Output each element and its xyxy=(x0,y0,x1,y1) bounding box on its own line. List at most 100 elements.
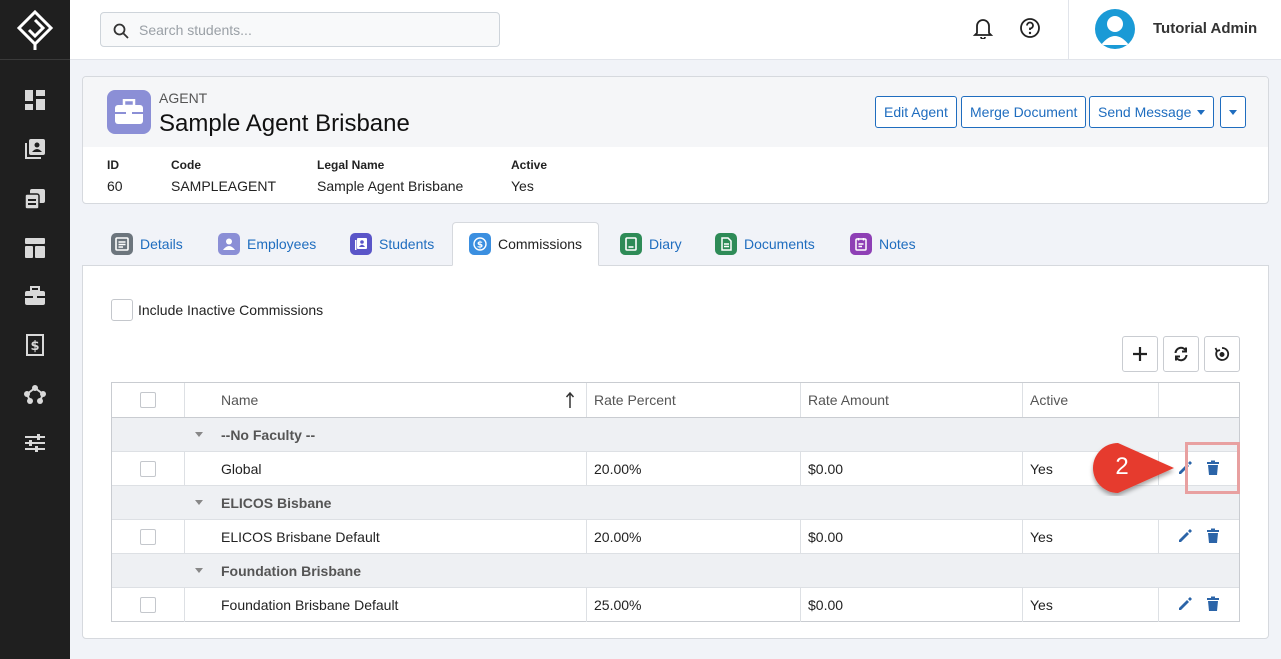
tab-label: Notes xyxy=(879,236,916,252)
group-row[interactable]: ELICOS Bisbane xyxy=(112,486,1239,520)
step-number: 2 xyxy=(1115,453,1129,480)
avatar[interactable] xyxy=(1095,9,1135,49)
commissions-grid: Name Rate Percent Rate Amount Active --N… xyxy=(111,382,1240,622)
chevron-down-icon xyxy=(1197,109,1206,115)
group-label: Foundation Brisbane xyxy=(221,562,361,579)
app-logo-icon[interactable] xyxy=(15,9,55,50)
tutorial-callout: 2 xyxy=(1088,440,1178,496)
more-actions-dropdown[interactable] xyxy=(1220,96,1246,128)
top-bar: Tutorial Admin xyxy=(70,0,1281,60)
include-inactive-checkbox[interactable] xyxy=(111,299,133,321)
field-label-active: Active xyxy=(511,158,548,172)
students-icon xyxy=(350,233,372,255)
group-label: --No Faculty -- xyxy=(221,426,316,443)
reset-icon xyxy=(1214,347,1230,361)
trash-icon[interactable] xyxy=(1205,596,1221,612)
row-checkbox[interactable] xyxy=(140,461,156,477)
finance-icon[interactable]: $ xyxy=(23,333,47,357)
send-message-button[interactable]: Send Message xyxy=(1089,96,1215,128)
user-name[interactable]: Tutorial Admin xyxy=(1153,20,1257,37)
column-header-rate-percent[interactable]: Rate Percent xyxy=(594,383,676,417)
table-row[interactable]: Global 20.00% $0.00 Yes xyxy=(112,452,1239,486)
svg-text:$: $ xyxy=(477,241,483,251)
courses-icon[interactable] xyxy=(23,187,47,211)
tab-diary[interactable]: Diary xyxy=(620,222,682,266)
column-header-active[interactable]: Active xyxy=(1030,383,1068,417)
cell-active: Yes xyxy=(1030,460,1053,477)
cell-rate-percent: 20.00% xyxy=(594,460,642,477)
field-label-id: ID xyxy=(107,158,119,172)
chevron-down-icon[interactable] xyxy=(195,500,203,505)
edit-icon[interactable] xyxy=(1177,596,1193,612)
tab-employees[interactable]: Employees xyxy=(218,222,316,266)
employees-icon xyxy=(218,233,240,255)
row-checkbox[interactable] xyxy=(140,597,156,613)
group-row[interactable]: Foundation Brisbane xyxy=(112,554,1239,588)
tab-documents[interactable]: Documents xyxy=(715,222,815,266)
entity-type-label: AGENT xyxy=(159,90,208,106)
help-icon[interactable] xyxy=(1019,17,1041,39)
agent-header-card: AGENT Sample Agent Brisbane Edit Agent M… xyxy=(82,76,1269,204)
tab-label: Documents xyxy=(744,236,815,252)
search-icon xyxy=(113,23,129,39)
select-all-checkbox[interactable] xyxy=(140,392,156,408)
search-input[interactable] xyxy=(139,18,489,42)
tab-label: Employees xyxy=(247,236,317,252)
edit-icon[interactable] xyxy=(1177,528,1193,544)
tab-notes[interactable]: Notes xyxy=(850,222,916,266)
cell-name: ELICOS Brisbane Default xyxy=(221,528,380,545)
column-header-rate-amount[interactable]: Rate Amount xyxy=(808,383,889,417)
tab-details[interactable]: Details xyxy=(111,222,183,266)
field-value-legal-name: Sample Agent Brisbane xyxy=(317,178,464,194)
field-label-legal-name: Legal Name xyxy=(317,158,385,172)
notes-icon xyxy=(850,233,872,255)
search-box xyxy=(100,12,500,47)
chevron-down-icon[interactable] xyxy=(195,568,203,573)
trash-icon[interactable] xyxy=(1205,528,1221,544)
cell-name: Foundation Brisbane Default xyxy=(221,597,399,613)
table-row[interactable]: ELICOS Brisbane Default 20.00% $0.00 Yes xyxy=(112,520,1239,554)
add-commission-button[interactable] xyxy=(1122,336,1158,372)
field-label-code: Code xyxy=(171,158,201,172)
cell-rate-percent: 25.00% xyxy=(594,597,642,613)
row-checkbox[interactable] xyxy=(140,529,156,545)
plus-icon xyxy=(1133,347,1147,361)
merge-document-button[interactable]: Merge Document xyxy=(961,96,1087,128)
dashboard-icon[interactable] xyxy=(23,88,47,112)
layout-icon[interactable] xyxy=(23,236,47,260)
tab-students[interactable]: Students xyxy=(350,222,434,266)
group-row[interactable]: --No Faculty -- xyxy=(112,418,1239,452)
tab-label: Students xyxy=(379,236,435,252)
cell-rate-percent: 20.00% xyxy=(594,528,642,545)
diary-icon xyxy=(620,233,642,255)
group-label: ELICOS Bisbane xyxy=(221,494,332,511)
column-header-name[interactable]: Name xyxy=(221,383,258,417)
grid-header-row: Name Rate Percent Rate Amount Active xyxy=(112,383,1239,418)
briefcase-icon xyxy=(107,90,151,134)
cell-active: Yes xyxy=(1030,528,1053,545)
chevron-down-icon xyxy=(1229,109,1237,115)
chevron-down-icon[interactable] xyxy=(195,432,203,437)
field-value-code: SAMPLEAGENT xyxy=(171,178,277,194)
table-row[interactable]: Foundation Brisbane Default 25.00% $0.00… xyxy=(112,588,1239,622)
commission-icon: $ xyxy=(469,233,491,255)
reset-button[interactable] xyxy=(1204,336,1240,372)
refresh-button[interactable] xyxy=(1163,336,1199,372)
edit-agent-button[interactable]: Edit Agent xyxy=(875,96,957,128)
page-title: Sample Agent Brisbane xyxy=(159,110,410,137)
bell-icon[interactable] xyxy=(972,17,994,40)
settings-icon[interactable] xyxy=(23,431,47,455)
include-inactive-label[interactable]: Include Inactive Commissions xyxy=(138,302,323,318)
students-icon[interactable] xyxy=(23,137,47,161)
tab-commissions[interactable]: $ Commissions xyxy=(452,222,600,266)
topbar-divider xyxy=(1068,0,1069,60)
agent-header-top: AGENT Sample Agent Brisbane Edit Agent M… xyxy=(83,77,1268,147)
agents-icon[interactable] xyxy=(23,284,47,308)
svg-text:$: $ xyxy=(30,339,39,354)
network-icon[interactable] xyxy=(23,382,47,406)
send-message-label: Send Message xyxy=(1098,104,1192,120)
sort-ascending-icon[interactable] xyxy=(565,391,575,414)
field-value-id: 60 xyxy=(107,178,123,194)
cell-active: Yes xyxy=(1030,597,1053,613)
tab-label: Diary xyxy=(649,236,682,252)
